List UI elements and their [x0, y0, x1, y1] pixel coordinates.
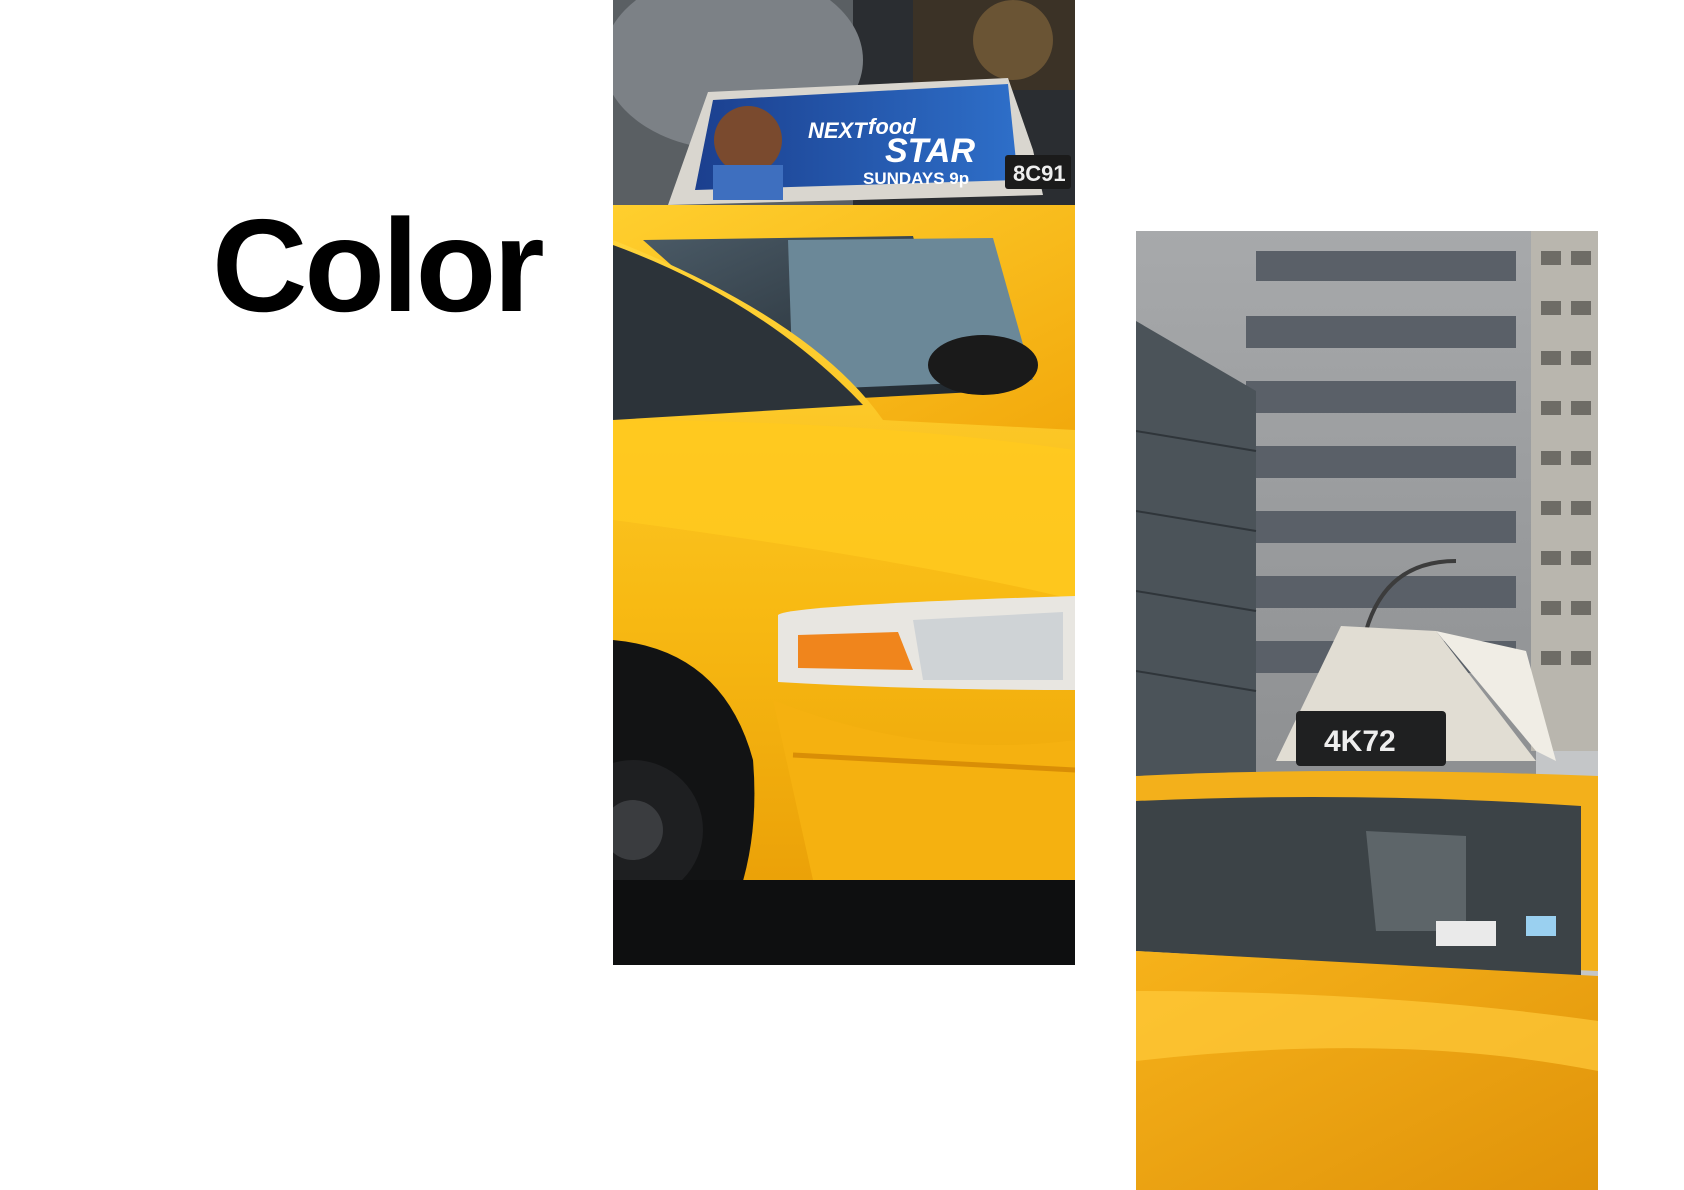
medallion-number-right: 4K72 — [1324, 725, 1396, 758]
ad-brand-next: NEXT — [808, 118, 868, 143]
ad-brand-star: STAR — [885, 132, 975, 170]
taxi-windshield-illustration: 4K72 — [1136, 231, 1598, 1190]
taxi-front-illustration: NEXT food STAR SUNDAYS 9p 8C91 — [613, 0, 1075, 965]
slide-title: Color — [212, 192, 545, 339]
ad-schedule: SUNDAYS 9p — [863, 169, 969, 188]
taxi-front-photo: NEXT food STAR SUNDAYS 9p 8C91 — [613, 0, 1075, 965]
medallion-number: 8C91 — [1013, 161, 1066, 186]
taxi-windshield-photo: 4K72 — [1136, 231, 1598, 1190]
